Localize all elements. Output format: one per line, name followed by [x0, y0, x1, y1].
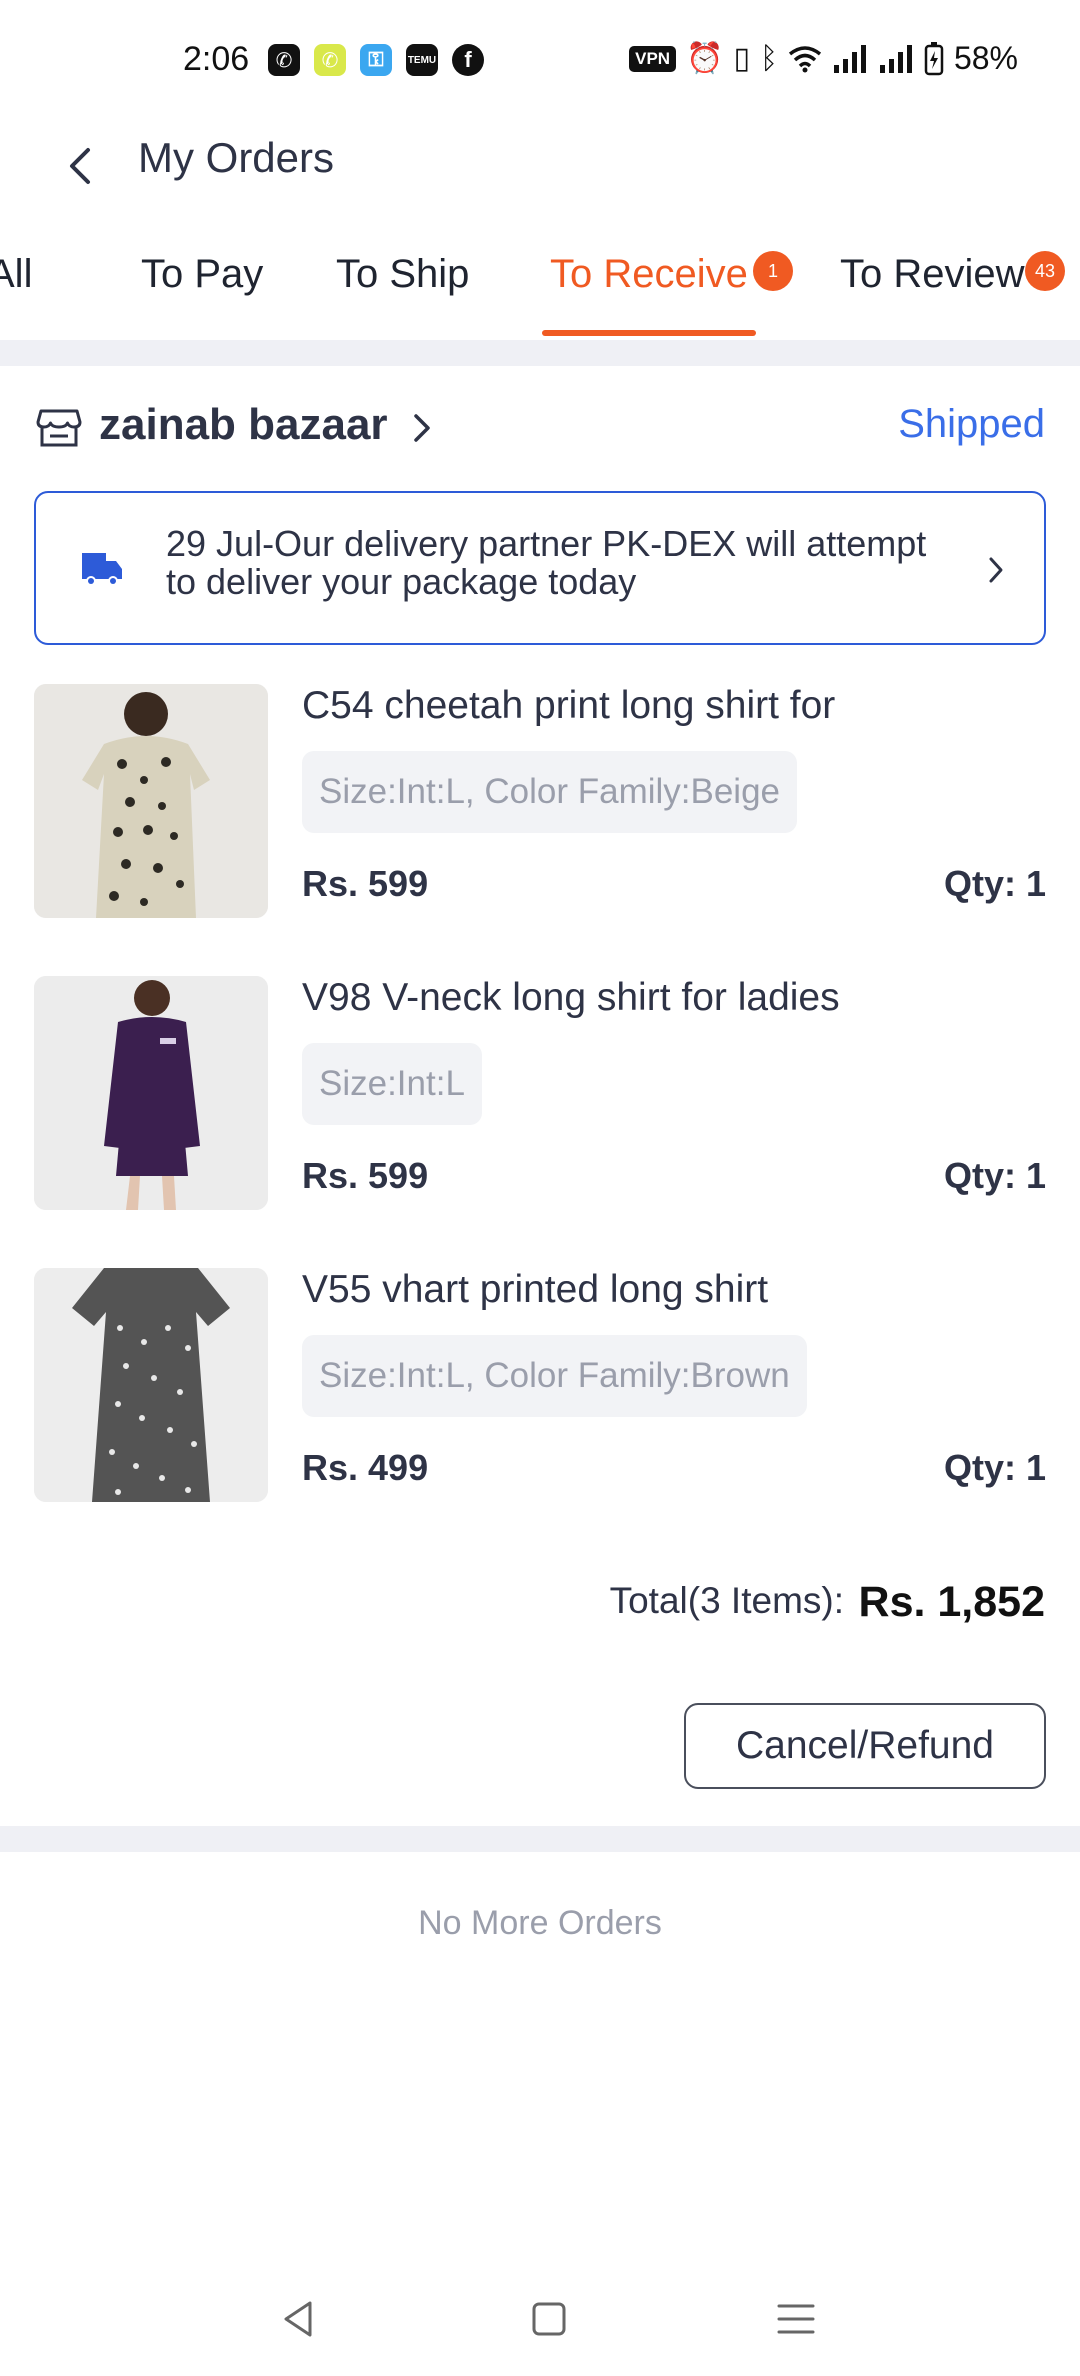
tab-to-review[interactable]: To Review: [840, 252, 1025, 297]
signal-2-icon: [879, 44, 912, 73]
product-title: C54 cheetah print long shirt for: [302, 684, 836, 727]
cancel-refund-button[interactable]: Cancel/Refund: [684, 1703, 1046, 1789]
product-variant: Size:Int:L, Color Family:Beige: [302, 751, 798, 833]
bluetooth-icon: ᛒ: [759, 41, 778, 75]
product-title: V98 V-neck long shirt for ladies: [302, 976, 840, 1019]
product-quantity: Qty: 1: [943, 863, 1046, 904]
chevron-right-icon: [989, 557, 1003, 583]
product-price: Rs. 599: [302, 1155, 429, 1196]
total-label: Total(3 Items):: [609, 1580, 844, 1621]
delivery-message: 29 Jul-Our delivery partner PK-DEX will …: [166, 523, 927, 602]
product-quantity: Qty: 1: [943, 1155, 1046, 1196]
temu-icon: TEMU: [406, 44, 438, 76]
product-image: [34, 976, 268, 1210]
tab-to-ship[interactable]: To Ship: [336, 252, 469, 297]
system-icons: VPN ⏰ ▯ ᛒ 58%: [629, 40, 1018, 77]
shop-name[interactable]: zainab bazaar: [99, 400, 388, 450]
system-nav-bar: [0, 2280, 1080, 2356]
store-icon: [36, 409, 82, 447]
product-image: [34, 1268, 268, 1502]
order-item[interactable]: C54 cheetah print long shirt for Size:In…: [34, 684, 1046, 918]
total-value: Rs. 1,852: [858, 1578, 1045, 1626]
signal-1-icon: [833, 44, 866, 73]
delivery-banner[interactable]: 29 Jul-Our delivery partner PK-DEX will …: [34, 491, 1046, 645]
app-header: My Orders: [0, 120, 1080, 230]
tab-to-receive[interactable]: To Receive: [550, 252, 748, 297]
delivery-truck-icon: [82, 553, 122, 586]
chevron-left-icon: [70, 148, 90, 184]
chevron-right-icon: [414, 414, 430, 442]
order-status: Shipped: [898, 402, 1045, 446]
to-review-badge: 43: [1025, 251, 1065, 291]
battery-percent: 58%: [953, 40, 1018, 76]
status-time: 2:06: [183, 40, 250, 78]
product-variant: Size:Int:L, Color Family:Brown: [302, 1335, 807, 1417]
product-title: V55 vhart printed long shirt: [302, 1268, 769, 1311]
back-button[interactable]: [50, 136, 110, 196]
to-receive-badge: 1: [753, 251, 793, 291]
order-item[interactable]: V55 vhart printed long shirt Size:Int:L,…: [34, 1268, 1046, 1502]
order-item[interactable]: V98 V-neck long shirt for ladies Size:In…: [34, 976, 1046, 1210]
vpn-icon: VPN: [629, 45, 677, 72]
wifi-icon: [788, 45, 822, 72]
section-divider: [0, 340, 1080, 366]
order-tabs: All To Pay To Ship To Receive 1 To Revie…: [0, 230, 1080, 338]
section-divider: [0, 1826, 1080, 1852]
active-tab-indicator: [542, 330, 756, 336]
page-title: My Orders: [138, 134, 335, 181]
tab-to-pay[interactable]: To Pay: [141, 252, 263, 297]
battery-icon: [924, 41, 944, 75]
product-price: Rs. 499: [302, 1447, 429, 1488]
nav-home-icon[interactable]: [524, 2294, 574, 2344]
key-app-icon: ⚿: [360, 44, 392, 76]
facebook-icon: f: [452, 44, 484, 76]
whatsapp-icon: ✆: [268, 44, 300, 76]
nav-menu-icon[interactable]: [771, 2294, 821, 2344]
status-bar: 2:06 ✆ ✆ ⚿ TEMU f VPN ⏰ ▯ ᛒ 58%: [0, 0, 1080, 120]
whatsapp-business-icon: ✆: [314, 44, 346, 76]
product-image: [34, 684, 268, 918]
product-quantity: Qty: 1: [943, 1447, 1046, 1488]
notification-icons: ✆ ✆ ⚿ TEMU f: [268, 44, 484, 76]
no-more-orders-text: No More Orders: [418, 1904, 662, 1942]
product-variant: Size:Int:L: [302, 1043, 482, 1125]
product-price: Rs. 599: [302, 863, 429, 904]
alarm-icon: ⏰: [686, 42, 724, 75]
vibrate-icon: ▯: [733, 42, 750, 75]
tab-all[interactable]: All: [0, 252, 32, 297]
nav-back-icon[interactable]: [274, 2294, 324, 2344]
